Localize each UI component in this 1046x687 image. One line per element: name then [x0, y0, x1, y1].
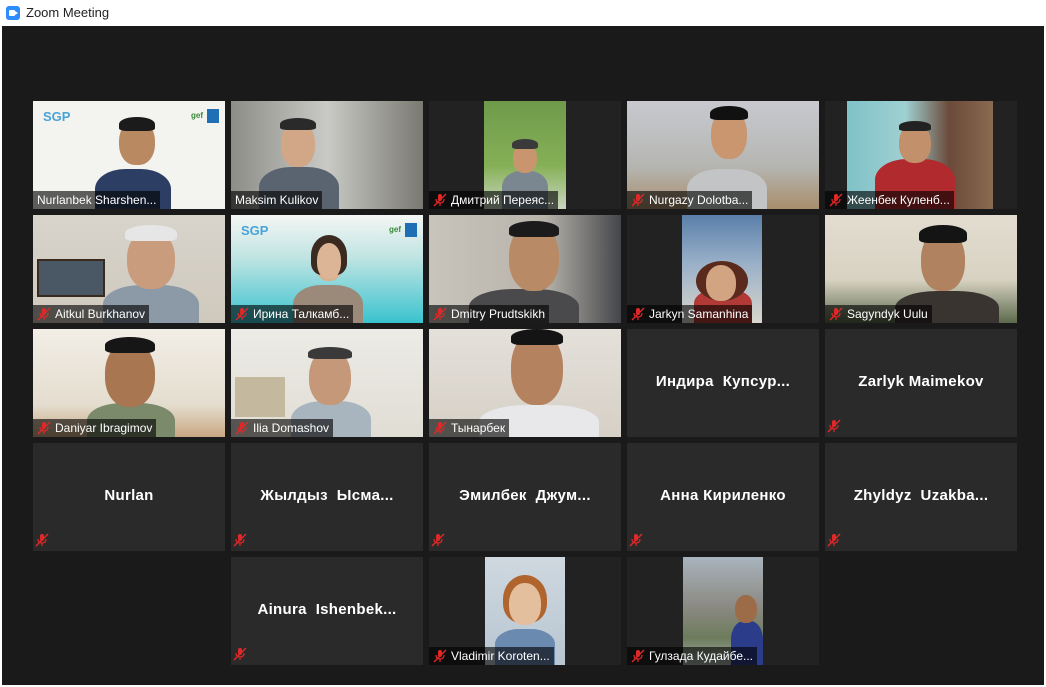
participant-tile-no-video[interactable]: Nurlan: [33, 443, 225, 551]
participant-name-bar: Гулзада Кудайбе...: [627, 647, 758, 665]
muted-mic-icon: [37, 307, 51, 321]
participant-tile[interactable]: Dmitry Prudtskikh: [429, 215, 621, 323]
participant-tile[interactable]: SGP gef Ирина Талкамб...: [231, 215, 423, 323]
muted-mic-icon: [631, 649, 645, 663]
window-title: Zoom Meeting: [26, 5, 110, 20]
participant-name: Эмилбек Джум...: [459, 487, 591, 504]
participant-name: Ainura Ishenbek...: [257, 601, 397, 618]
participant-name: Индира Купсур...: [655, 373, 791, 390]
participant-name-bar: Vladimir Koroten...: [429, 647, 554, 665]
participant-name-bar: Тынарбек: [429, 419, 510, 437]
muted-mic-icon: [37, 421, 51, 435]
muted-mic-icon: [233, 647, 247, 661]
participant-tile[interactable]: Sagyndyk Uulu: [825, 215, 1017, 323]
muted-mic-icon: [431, 533, 445, 547]
muted-mic-icon: [235, 307, 249, 321]
participant-tile[interactable]: Nurgazy Dolotba...: [627, 101, 819, 209]
participant-name-bar: Nurlanbek Sharshen...: [33, 191, 161, 209]
participant-tile-no-video[interactable]: Zarlyk Maimekov: [825, 329, 1017, 437]
gallery-view: SGP gef Nurlanbek Sharshen... Maksim Kul…: [2, 26, 1044, 685]
participant-tile[interactable]: Daniyar Ibragimov: [33, 329, 225, 437]
participant-tile[interactable]: Дмитрий Переяс...: [429, 101, 621, 209]
participant-tile-no-video[interactable]: Ainura Ishenbek...: [231, 557, 423, 665]
muted-mic-icon: [433, 421, 447, 435]
gef-logo: gef: [191, 111, 203, 120]
participant-tile[interactable]: Vladimir Koroten...: [429, 557, 621, 665]
participant-name-bar: Jarkyn Samanhina: [627, 305, 753, 323]
participant-name: Zarlyk Maimekov: [858, 373, 984, 390]
sgp-logo: SGP: [241, 223, 269, 238]
participant-name-bar: Maksim Kulikov: [231, 191, 323, 209]
participant-tile[interactable]: Жеенбек Куленб...: [825, 101, 1017, 209]
gef-logo: gef: [389, 225, 401, 234]
participant-name-bar: Dmitry Prudtskikh: [429, 305, 550, 323]
muted-mic-icon: [433, 649, 447, 663]
muted-mic-icon: [827, 533, 841, 547]
participant-name: Анна Кириленко: [660, 487, 786, 504]
undp-logo: [405, 223, 417, 237]
participant-name-bar: Дмитрий Переяс...: [429, 191, 559, 209]
muted-mic-icon: [829, 307, 843, 321]
participant-name-bar: Daniyar Ibragimov: [33, 419, 157, 437]
participant-name-bar: Aitkul Burkhanov: [33, 305, 150, 323]
muted-mic-icon: [235, 421, 249, 435]
participant-name: Zhyldyz Uzakba...: [853, 487, 989, 504]
participant-tile-no-video[interactable]: Zhyldyz Uzakba...: [825, 443, 1017, 551]
muted-mic-icon: [829, 193, 843, 207]
zoom-logo-icon: [6, 6, 20, 20]
participant-tile[interactable]: Jarkyn Samanhina: [627, 215, 819, 323]
muted-mic-icon: [433, 307, 447, 321]
muted-mic-icon: [35, 533, 49, 547]
participant-tile[interactable]: Aitkul Burkhanov: [33, 215, 225, 323]
undp-logo: [207, 109, 219, 123]
participant-name-bar: Ирина Талкамб...: [231, 305, 354, 323]
participant-tile-no-video[interactable]: Эмилбек Джум...: [429, 443, 621, 551]
participant-name: Жылдыз Ысма...: [260, 487, 394, 504]
participant-tile[interactable]: Тынарбек: [429, 329, 621, 437]
sgp-logo: SGP: [43, 109, 71, 124]
participant-tile-no-video[interactable]: Анна Кириленко: [627, 443, 819, 551]
participant-name: Nurlan: [104, 487, 154, 504]
participant-name-bar: Sagyndyk Uulu: [825, 305, 932, 323]
muted-mic-icon: [631, 193, 645, 207]
participant-name-bar: Жеенбек Куленб...: [825, 191, 954, 209]
participant-tile[interactable]: SGP gef Nurlanbek Sharshen...: [33, 101, 225, 209]
participant-tile-active-speaker[interactable]: Maksim Kulikov: [231, 101, 423, 209]
participant-tile[interactable]: Ilia Domashov: [231, 329, 423, 437]
participant-name-bar: Ilia Domashov: [231, 419, 334, 437]
muted-mic-icon: [827, 419, 841, 433]
title-bar: Zoom Meeting: [0, 0, 1046, 26]
participant-name-bar: Nurgazy Dolotba...: [627, 191, 753, 209]
muted-mic-icon: [631, 307, 645, 321]
muted-mic-icon: [629, 533, 643, 547]
muted-mic-icon: [433, 193, 447, 207]
participant-tile-no-video[interactable]: Жылдыз Ысма...: [231, 443, 423, 551]
participant-tile[interactable]: Гулзада Кудайбе...: [627, 557, 819, 665]
participant-tile-no-video[interactable]: Индира Купсур...: [627, 329, 819, 437]
muted-mic-icon: [233, 533, 247, 547]
